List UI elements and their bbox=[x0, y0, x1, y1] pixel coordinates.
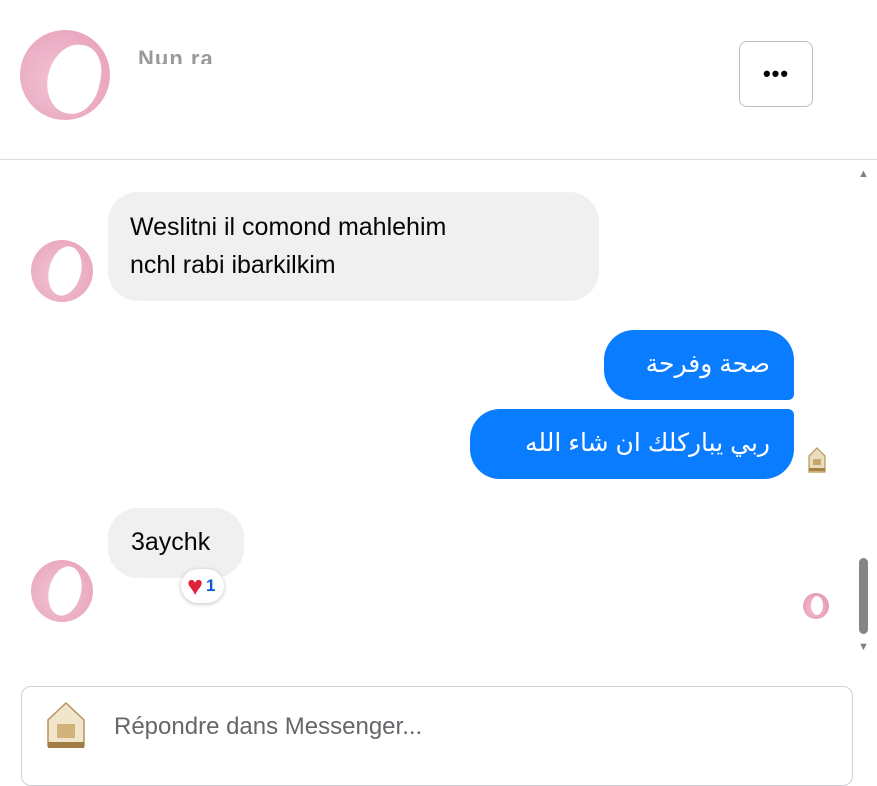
scroll-down-arrow-icon[interactable]: ▼ bbox=[858, 641, 869, 653]
message-text: 3aychk bbox=[131, 528, 211, 556]
scroll-up-arrow-icon[interactable]: ▲ bbox=[858, 168, 869, 180]
message-text: صحة وفرحة bbox=[645, 350, 770, 378]
message-line: nchl rabi ibarkilkim bbox=[130, 251, 336, 279]
reaction-count: 1 bbox=[206, 576, 216, 595]
sender-avatar[interactable] bbox=[31, 240, 93, 302]
conversation-header: Nun ra ••• bbox=[0, 0, 877, 160]
redaction-mask bbox=[132, 22, 262, 50]
reply-input[interactable] bbox=[112, 709, 816, 745]
message-bubble-outgoing[interactable]: ربي يباركلك ان شاء الله bbox=[470, 409, 794, 479]
message-bubble-incoming[interactable]: Weslitni il comond mahlehim nchl rabi ib… bbox=[108, 192, 599, 301]
message-bubble-outgoing[interactable]: صحة وفرحة bbox=[604, 330, 794, 400]
thread-scrollbar[interactable]: ▲ ▼ bbox=[853, 161, 877, 661]
message-text: ربي يباركلك ان شاء الله bbox=[525, 429, 770, 457]
sent-status-icon bbox=[808, 447, 826, 473]
heart-icon: ♥ bbox=[187, 570, 204, 601]
message-line: Weslitni il comond mahlehim bbox=[130, 213, 447, 241]
more-options-button[interactable]: ••• bbox=[739, 41, 813, 107]
scroll-thumb[interactable] bbox=[859, 558, 868, 634]
sender-avatar[interactable] bbox=[31, 560, 93, 622]
message-composer[interactable] bbox=[21, 686, 853, 786]
contact-avatar[interactable] bbox=[20, 30, 110, 120]
message-bubble-incoming[interactable]: 3aychk bbox=[108, 508, 244, 578]
message-reaction[interactable]: ♥ 1 bbox=[181, 569, 224, 603]
page-avatar-icon bbox=[47, 701, 85, 748]
more-dots-icon: ••• bbox=[762, 61, 790, 86]
seen-receipt-avatar bbox=[803, 593, 829, 619]
